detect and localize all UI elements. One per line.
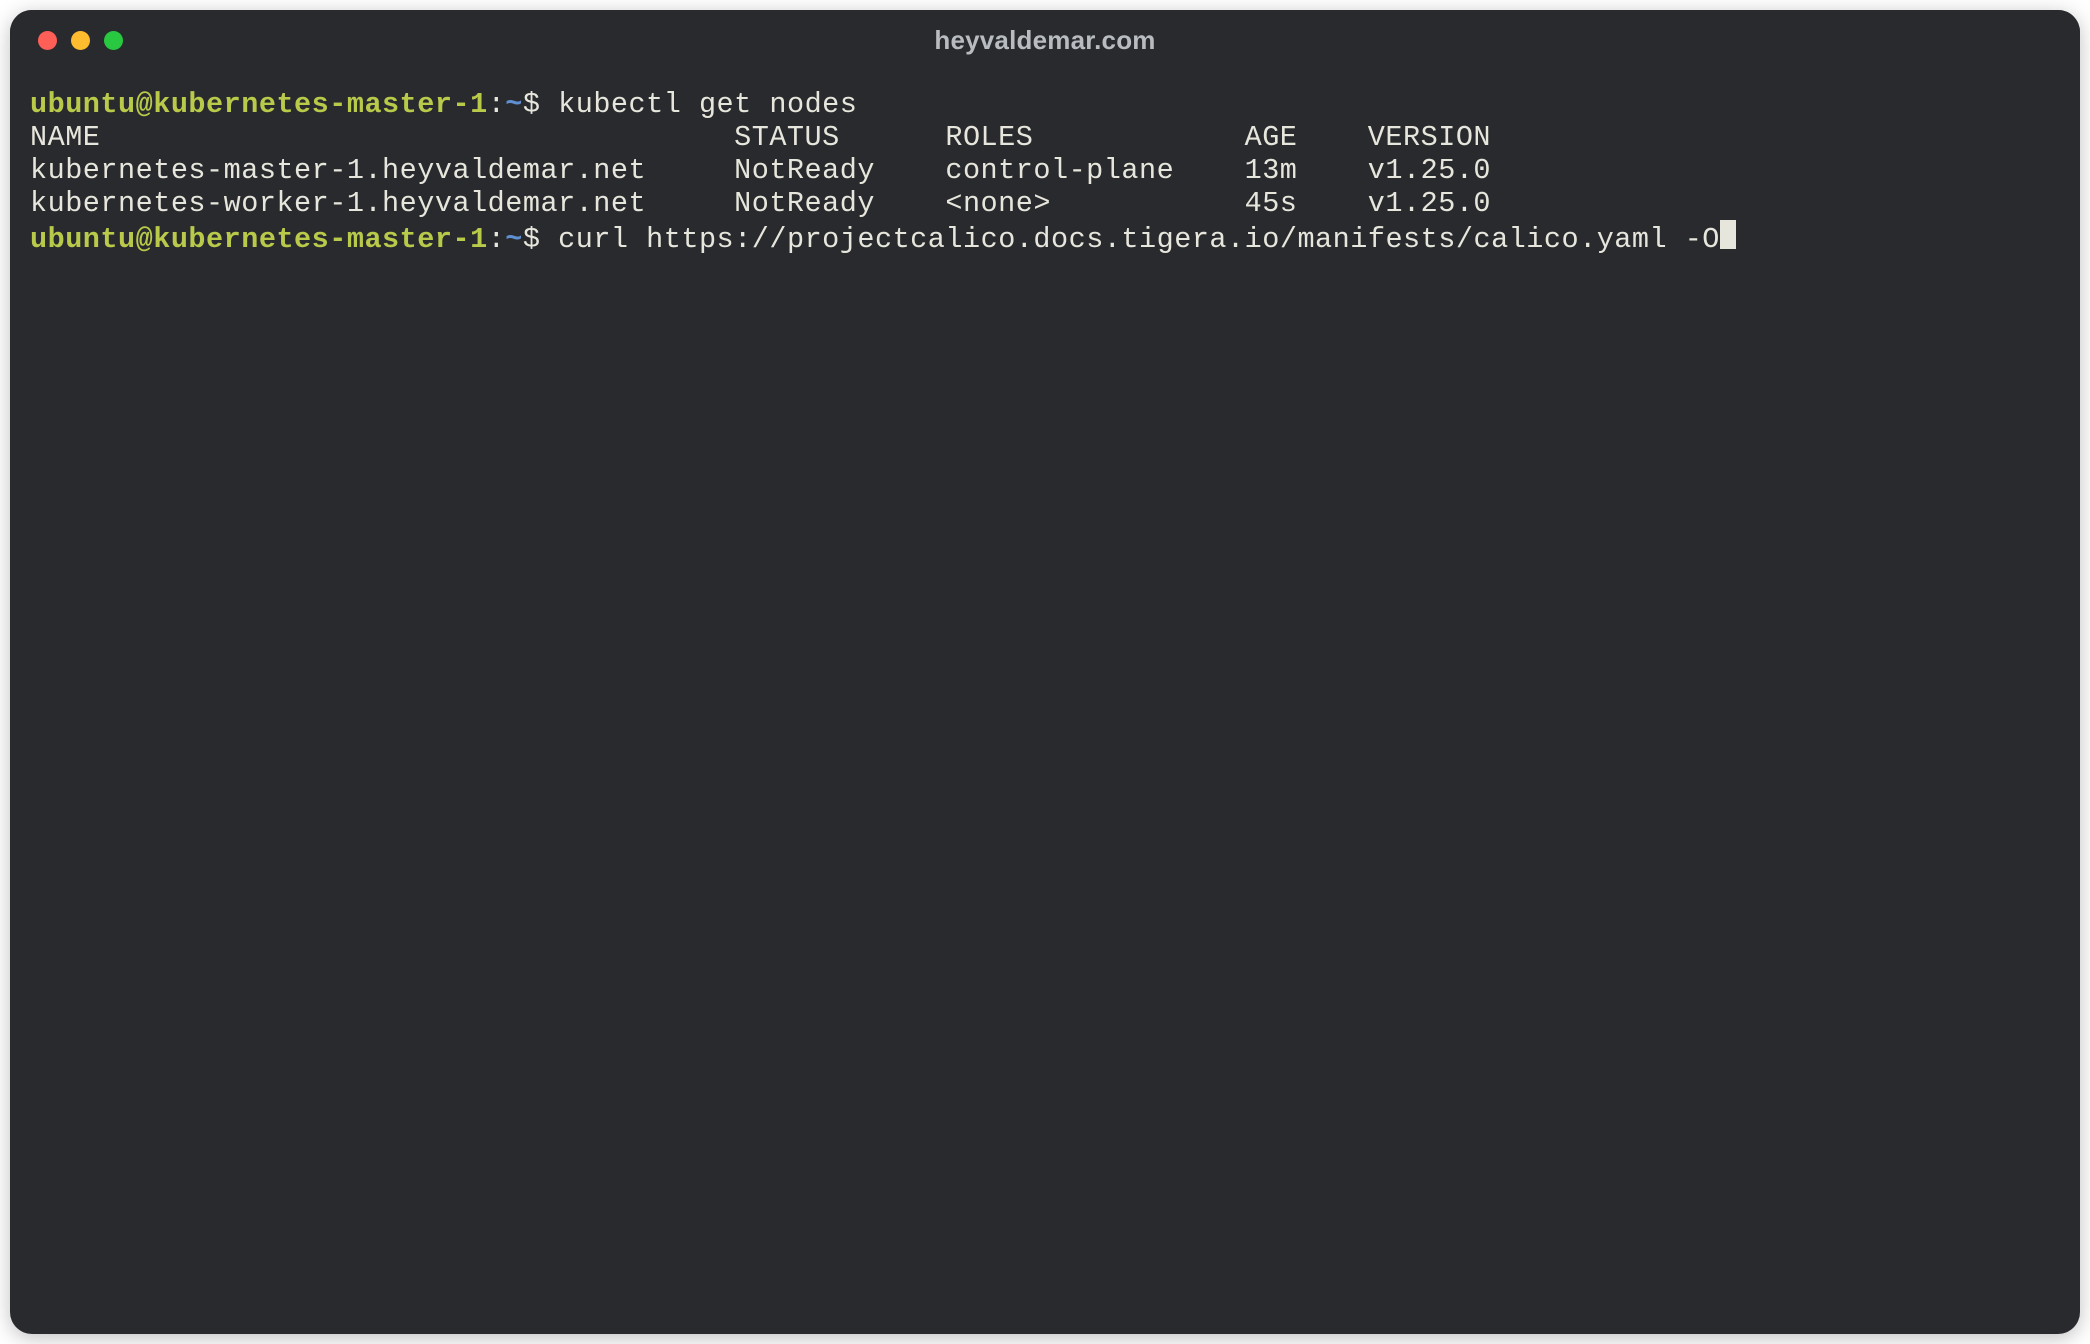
cursor-icon — [1720, 220, 1736, 249]
window-title: heyvaldemar.com — [10, 25, 2080, 56]
minimize-icon[interactable] — [71, 31, 90, 50]
prompt-user-host: ubuntu@kubernetes-master-1 — [30, 88, 488, 121]
prompt-sigil: $ — [523, 88, 541, 121]
prompt-line-2: ubuntu@kubernetes-master-1:~$ curl https… — [30, 223, 1736, 256]
prompt-separator: : — [488, 223, 506, 256]
command-2: curl https://projectcalico.docs.tigera.i… — [558, 223, 1720, 256]
command-1: kubectl get nodes — [558, 88, 857, 121]
prompt-separator: : — [488, 88, 506, 121]
close-icon[interactable] — [38, 31, 57, 50]
output-table: NAME STATUS ROLES AGE VERSION kubernetes… — [30, 121, 1491, 220]
prompt-path: ~ — [505, 223, 523, 256]
terminal-window: heyvaldemar.com ubuntu@kubernetes-master… — [10, 10, 2080, 1334]
prompt-user-host: ubuntu@kubernetes-master-1 — [30, 223, 488, 256]
window-titlebar: heyvaldemar.com — [10, 10, 2080, 70]
window-controls — [10, 31, 123, 50]
prompt-line-1: ubuntu@kubernetes-master-1:~$ kubectl ge… — [30, 88, 857, 121]
prompt-sigil: $ — [523, 223, 541, 256]
prompt-path: ~ — [505, 88, 523, 121]
zoom-icon[interactable] — [104, 31, 123, 50]
terminal-body[interactable]: ubuntu@kubernetes-master-1:~$ kubectl ge… — [10, 70, 2080, 276]
